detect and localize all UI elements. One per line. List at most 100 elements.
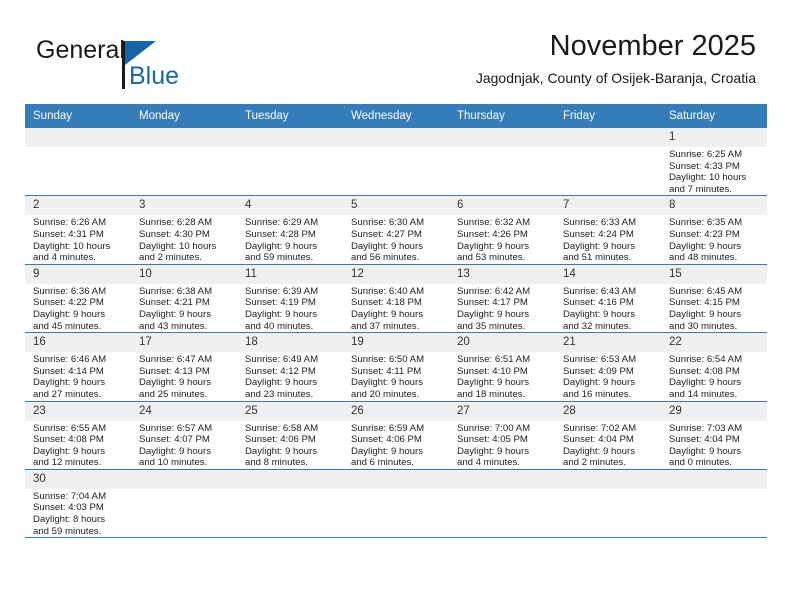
calendar-day-cell[interactable]: 12 Sunrise: 6:40 AM Sunset: 4:18 PM Dayligh… xyxy=(343,264,449,334)
calendar-day-cell[interactable]: 24 Sunrise: 6:57 AM Sunset: 4:07 PM Dayligh… xyxy=(131,401,237,470)
calendar-day-cell[interactable]: 3 Sunrise: 6:28 AM Sunset: 4:30 PM Daylight… xyxy=(131,195,237,265)
day-events: Sunrise: 6:38 AM Sunset: 4:21 PM Daylight:… xyxy=(131,284,237,332)
day-cell-inner: 24 Sunrise: 6:57 AM Sunset: 4:07 PM Dayligh… xyxy=(131,401,237,469)
calendar-day-cell[interactable]: 20 Sunrise: 6:51 AM Sunset: 4:10 PM Dayligh… xyxy=(449,332,555,402)
day-events: Sunrise: 6:47 AM Sunset: 4:13 PM Daylight:… xyxy=(131,352,237,400)
calendar-day-cell[interactable]: 2 Sunrise: 6:26 AM Sunset: 4:31 PM Daylight… xyxy=(25,195,131,265)
calendar-day-cell[interactable]: 13 Sunrise: 6:42 AM Sunset: 4:17 PM Dayligh… xyxy=(449,264,555,334)
calendar-day-cell[interactable]: 28 Sunrise: 7:02 AM Sunset: 4:04 PM Dayligh… xyxy=(555,401,661,470)
day-cell-inner: 23 Sunrise: 6:55 AM Sunset: 4:08 PM Dayligh… xyxy=(25,401,131,469)
calendar-day-cell[interactable]: 10 Sunrise: 6:38 AM Sunset: 4:21 PM Dayligh… xyxy=(131,264,237,334)
day-event-line: and 45 minutes. xyxy=(33,320,102,332)
day-events: Sunrise: 6:59 AM Sunset: 4:06 PM Daylight:… xyxy=(343,421,449,469)
day-number: 3 xyxy=(131,196,237,216)
calendar-week-row: 2 Sunrise: 6:26 AM Sunset: 4:31 PM Daylight… xyxy=(25,195,767,265)
day-cell-inner xyxy=(25,128,131,195)
day-event-line: Sunrise: 6:53 AM xyxy=(563,354,637,366)
day-event-line: Sunrise: 6:32 AM xyxy=(457,217,531,229)
day-event-line: Sunrise: 6:58 AM xyxy=(245,422,319,434)
calendar-day-cell[interactable]: 21 Sunrise: 6:53 AM Sunset: 4:09 PM Dayligh… xyxy=(555,332,661,402)
calendar-day-cell[interactable]: 6 Sunrise: 6:32 AM Sunset: 4:26 PM Daylight… xyxy=(449,195,555,265)
day-cell-inner: 2 Sunrise: 6:26 AM Sunset: 4:31 PM Daylight… xyxy=(25,196,131,263)
calendar-day-cell[interactable]: 16 Sunrise: 6:46 AM Sunset: 4:14 PM Dayligh… xyxy=(25,332,131,402)
day-event-line: Sunset: 4:28 PM xyxy=(245,228,316,240)
day-event-line: Sunset: 4:23 PM xyxy=(669,228,740,240)
day-cell-inner xyxy=(343,128,449,195)
calendar-day-cell[interactable]: 9 Sunrise: 6:36 AM Sunset: 4:22 PM Daylight… xyxy=(25,264,131,334)
day-number xyxy=(237,469,343,489)
day-event-line: Sunset: 4:13 PM xyxy=(139,365,210,377)
day-number: 9 xyxy=(25,264,131,284)
day-number: 14 xyxy=(555,264,661,284)
day-event-line: Daylight: 9 hours xyxy=(563,445,635,457)
day-number: 4 xyxy=(237,196,343,216)
day-event-line: Sunrise: 6:54 AM xyxy=(669,354,743,366)
day-event-line: Daylight: 9 hours xyxy=(563,240,635,252)
day-cell-inner: 5 Sunrise: 6:30 AM Sunset: 4:27 PM Daylight… xyxy=(343,196,449,263)
calendar-day-cell[interactable]: 25 Sunrise: 6:58 AM Sunset: 4:06 PM Dayligh… xyxy=(237,401,343,470)
calendar-day-cell[interactable]: 11 Sunrise: 6:39 AM Sunset: 4:19 PM Dayligh… xyxy=(237,264,343,334)
day-event-line: Daylight: 9 hours xyxy=(245,377,317,389)
day-event-line: Sunset: 4:08 PM xyxy=(669,365,740,377)
day-event-line: and 23 minutes. xyxy=(245,388,314,400)
day-number: 20 xyxy=(449,333,555,353)
day-event-line: and 37 minutes. xyxy=(351,320,420,332)
calendar-day-cell[interactable]: 1 Sunrise: 6:25 AM Sunset: 4:33 PM Daylight… xyxy=(661,128,767,197)
calendar-day-cell[interactable]: 5 Sunrise: 6:30 AM Sunset: 4:27 PM Daylight… xyxy=(343,195,449,265)
day-cell-inner: 1 Sunrise: 6:25 AM Sunset: 4:33 PM Daylight… xyxy=(661,128,767,195)
day-events: Sunrise: 7:03 AM Sunset: 4:04 PM Daylight:… xyxy=(661,421,767,469)
calendar-day-cell[interactable]: 7 Sunrise: 6:33 AM Sunset: 4:24 PM Daylight… xyxy=(555,195,661,265)
day-number: 24 xyxy=(131,401,237,421)
brand-logo[interactable]: General Blue xyxy=(36,36,266,92)
day-event-line: Daylight: 9 hours xyxy=(33,377,105,389)
weekday-header-row: Sunday Monday Tuesday Wednesday Thursday Frid… xyxy=(25,104,767,128)
day-events: Sunrise: 6:33 AM Sunset: 4:24 PM Daylight:… xyxy=(555,215,661,263)
day-event-line: Sunset: 4:24 PM xyxy=(563,228,634,240)
day-event-line: and 30 minutes. xyxy=(669,320,738,332)
day-cell-inner xyxy=(131,128,237,195)
day-number: 15 xyxy=(661,264,767,284)
day-event-line: Daylight: 9 hours xyxy=(245,240,317,252)
calendar-day-cell[interactable]: 8 Sunrise: 6:35 AM Sunset: 4:23 PM Daylight… xyxy=(661,195,767,265)
day-event-line: and 43 minutes. xyxy=(139,320,208,332)
day-event-line: and 4 minutes. xyxy=(33,252,96,264)
calendar-day-cell[interactable]: 15 Sunrise: 6:45 AM Sunset: 4:15 PM Dayligh… xyxy=(661,264,767,334)
calendar-day-cell[interactable]: 29 Sunrise: 7:03 AM Sunset: 4:04 PM Dayligh… xyxy=(661,401,767,470)
calendar-day-cell[interactable]: 27 Sunrise: 7:00 AM Sunset: 4:05 PM Dayligh… xyxy=(449,401,555,470)
day-events: Sunrise: 6:28 AM Sunset: 4:30 PM Daylight:… xyxy=(131,215,237,263)
day-cell-inner: 28 Sunrise: 7:02 AM Sunset: 4:04 PM Dayligh… xyxy=(555,401,661,469)
day-number xyxy=(131,128,237,147)
calendar-day-cell[interactable]: 26 Sunrise: 6:59 AM Sunset: 4:06 PM Dayligh… xyxy=(343,401,449,470)
calendar-day-cell[interactable]: 19 Sunrise: 6:50 AM Sunset: 4:11 PM Dayligh… xyxy=(343,332,449,402)
day-events: Sunrise: 6:53 AM Sunset: 4:09 PM Daylight:… xyxy=(555,352,661,400)
calendar-day-cell[interactable]: 4 Sunrise: 6:29 AM Sunset: 4:28 PM Daylight… xyxy=(237,195,343,265)
day-event-line: and 59 minutes. xyxy=(33,525,102,537)
calendar-empty-cell xyxy=(449,469,555,539)
calendar-day-cell[interactable]: 14 Sunrise: 6:43 AM Sunset: 4:16 PM Dayligh… xyxy=(555,264,661,334)
day-event-line: Daylight: 9 hours xyxy=(563,308,635,320)
day-event-line: Sunrise: 6:59 AM xyxy=(351,422,425,434)
calendar-day-cell[interactable]: 17 Sunrise: 6:47 AM Sunset: 4:13 PM Dayligh… xyxy=(131,332,237,402)
day-event-line: Daylight: 9 hours xyxy=(351,445,423,457)
day-events: Sunrise: 6:42 AM Sunset: 4:17 PM Daylight:… xyxy=(449,284,555,332)
day-event-line: Daylight: 9 hours xyxy=(139,377,211,389)
day-events: Sunrise: 6:29 AM Sunset: 4:28 PM Daylight:… xyxy=(237,215,343,263)
calendar-day-cell[interactable]: 30 Sunrise: 7:04 AM Sunset: 4:03 PM Dayligh… xyxy=(25,469,131,539)
calendar-day-cell[interactable]: 18 Sunrise: 6:49 AM Sunset: 4:12 PM Dayligh… xyxy=(237,332,343,402)
day-number xyxy=(131,469,237,489)
calendar-day-cell[interactable]: 23 Sunrise: 6:55 AM Sunset: 4:08 PM Dayligh… xyxy=(25,401,131,470)
day-events: Sunrise: 7:04 AM Sunset: 4:03 PM Daylight:… xyxy=(25,489,131,537)
day-number xyxy=(449,128,555,147)
day-number: 6 xyxy=(449,196,555,216)
day-number xyxy=(25,128,131,147)
day-cell-inner xyxy=(449,469,555,537)
day-event-line: Sunset: 4:26 PM xyxy=(457,228,528,240)
day-number xyxy=(661,469,767,489)
day-number: 17 xyxy=(131,333,237,353)
day-events: Sunrise: 6:35 AM Sunset: 4:23 PM Daylight:… xyxy=(661,215,767,263)
day-event-line: and 32 minutes. xyxy=(563,320,632,332)
calendar-empty-cell xyxy=(343,469,449,539)
day-events: Sunrise: 7:00 AM Sunset: 4:05 PM Daylight:… xyxy=(449,421,555,469)
calendar-day-cell[interactable]: 22 Sunrise: 6:54 AM Sunset: 4:08 PM Dayligh… xyxy=(661,332,767,402)
day-number: 28 xyxy=(555,401,661,421)
